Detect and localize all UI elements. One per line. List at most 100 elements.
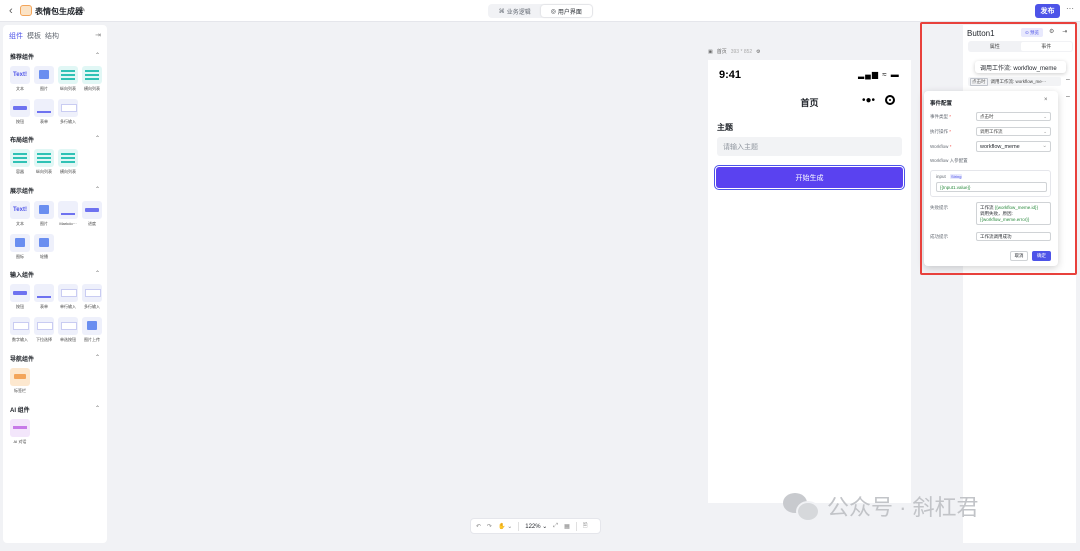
component-horizontal-list[interactable]: 横向列表: [58, 149, 78, 175]
component-radio[interactable]: 单选按钮: [58, 317, 78, 343]
collapse-panel-icon[interactable]: ⇥: [95, 31, 101, 39]
chevron-up-icon[interactable]: ⌃: [95, 270, 100, 277]
component-panel-tabs: 组件 模板 结构: [9, 31, 59, 41]
tab-user-interface[interactable]: ◎ 用户界面: [540, 5, 592, 17]
fail-message-input[interactable]: 工作流 {{workflow_meme.id}} 调用失败，原因: {{work…: [976, 202, 1051, 225]
chevron-up-icon[interactable]: ⌃: [95, 354, 100, 361]
back-icon[interactable]: ‹: [9, 5, 13, 17]
undo-icon[interactable]: ↶: [476, 523, 481, 530]
edit-icon[interactable]: ✎: [79, 5, 86, 14]
component-image[interactable]: 图片: [34, 201, 54, 227]
workflow-select[interactable]: workflow_meme ⌄: [976, 141, 1051, 152]
wechat-icon: [783, 493, 820, 522]
tabbar-icon: [10, 368, 30, 386]
tab-events[interactable]: 事件: [1020, 42, 1072, 51]
component-horizontal-list[interactable]: 横向列表: [82, 66, 102, 92]
section-ai[interactable]: AI 组件: [10, 405, 30, 414]
grid-icon[interactable]: ▦: [564, 523, 570, 530]
radio-icon: [58, 317, 78, 335]
gear-icon[interactable]: ⚙: [1049, 28, 1054, 35]
component-button[interactable]: 按钮: [10, 99, 30, 125]
component-form[interactable]: 表单: [34, 284, 54, 310]
form-icon: [34, 284, 54, 302]
event-item[interactable]: 点击时 调用工作流: workflow_me···: [968, 77, 1061, 86]
component-input[interactable]: 单行输入: [58, 284, 78, 310]
list-icon: [82, 66, 102, 84]
event-type-label: 事件类型 *: [930, 114, 952, 119]
component-carousel[interactable]: 轮播: [34, 234, 54, 260]
hand-tool-icon[interactable]: ✋ ⌄: [498, 523, 512, 530]
param-section-label: Workflow 入参配置: [930, 158, 968, 163]
action-select[interactable]: 调用工作流 ⌄: [976, 127, 1051, 136]
section-recommended[interactable]: 推荐组件: [10, 52, 34, 61]
doc-icon[interactable]: 🗎: [583, 521, 588, 531]
topic-input[interactable]: 请输入主题: [717, 137, 902, 156]
component-image-upload[interactable]: 图片上传: [82, 317, 102, 343]
textarea-icon: [58, 99, 78, 117]
component-textarea[interactable]: 多行输入: [82, 284, 102, 310]
event-config-dialog: 事件配置 × 事件类型 * 点击时 ⌄ 执行操作 * 调用工作流 ⌄ Workflo…: [924, 91, 1058, 266]
component-panel: 组件 模板 结构 ⇥ 推荐组件 ⌃ Text! 文本 图片 纵向列表 横向列表 按…: [3, 25, 107, 543]
chevron-up-icon[interactable]: ⌃: [95, 405, 100, 412]
chevron-up-icon[interactable]: ⌃: [95, 135, 100, 142]
redo-icon[interactable]: ↷: [487, 523, 492, 530]
status-icons: ▂▄▆ ≈ ▬: [858, 70, 900, 79]
param-config: input String {{Input1.value}}: [930, 170, 1051, 197]
component-select[interactable]: 下拉选择: [34, 317, 54, 343]
component-progress[interactable]: 进度: [82, 201, 102, 227]
cancel-button[interactable]: 取消: [1010, 251, 1028, 261]
component-button[interactable]: 按钮: [10, 284, 30, 310]
expand-icon[interactable]: ⇥: [1062, 28, 1067, 35]
component-form[interactable]: 表单: [34, 99, 54, 125]
preview-button[interactable]: ⊙ 预览: [1021, 28, 1043, 37]
more-menu-button[interactable]: ···: [1066, 4, 1074, 13]
confirm-button[interactable]: 确定: [1032, 251, 1051, 261]
event-type-select[interactable]: 点击时 ⌄: [976, 112, 1051, 121]
publish-button[interactable]: 发布: [1035, 4, 1060, 18]
form-icon: [34, 99, 54, 117]
workflow-label: Workflow *: [930, 144, 952, 149]
component-vertical-list[interactable]: 纵向列表: [58, 66, 78, 92]
component-text[interactable]: Text! 文本: [10, 66, 30, 92]
zoom-select[interactable]: 122% ⌄: [525, 523, 547, 530]
start-generate-button[interactable]: 开始生成: [714, 165, 905, 190]
param-expression-input[interactable]: {{Input1.value}}: [936, 182, 1047, 192]
tab-business-logic[interactable]: ⌘ 业务逻辑: [489, 5, 541, 17]
canvas-toolbar: ↶ ↷ ✋ ⌄ 122% ⌄ ⤢ ▦ 🗎: [470, 518, 601, 534]
component-text[interactable]: Text! 文本: [10, 201, 30, 227]
remove-event-icon[interactable]: –: [1066, 93, 1070, 100]
section-input[interactable]: 输入组件: [10, 270, 34, 279]
component-image[interactable]: 图片: [34, 66, 54, 92]
component-vertical-list[interactable]: 纵向列表: [34, 149, 54, 175]
section-display[interactable]: 展示组件: [10, 186, 34, 195]
component-tabbar[interactable]: 标签栏: [10, 368, 30, 394]
chevron-up-icon[interactable]: ⌃: [95, 52, 100, 59]
mode-switch: ⌘ 业务逻辑 ◎ 用户界面: [488, 4, 593, 18]
tab-structure[interactable]: 结构: [45, 31, 59, 41]
dialog-title: 事件配置: [930, 101, 953, 107]
close-icon[interactable]: ×: [1044, 97, 1048, 103]
component-markdown[interactable]: Markdo···: [58, 201, 78, 226]
component-textarea[interactable]: 多行输入: [58, 99, 78, 125]
component-container[interactable]: 容器: [10, 149, 30, 175]
ui-icon: ◎: [550, 8, 556, 15]
tab-templates[interactable]: 模板: [27, 31, 41, 41]
settings-icon[interactable]: ⚙: [756, 49, 760, 55]
component-name[interactable]: Button1: [967, 29, 995, 38]
textarea-icon: [82, 284, 102, 302]
component-icon[interactable]: 图标: [10, 234, 30, 260]
section-nav[interactable]: 导航组件: [10, 354, 34, 363]
success-message-input[interactable]: 工作流调用成功: [976, 232, 1051, 241]
panel-actions: ⚙ ⇥: [1049, 28, 1067, 35]
mini-menu-icon[interactable]: •●•: [862, 95, 875, 106]
input-icon: [58, 284, 78, 302]
tab-properties[interactable]: 属性: [969, 42, 1021, 51]
tab-components[interactable]: 组件: [9, 31, 23, 41]
mini-close-icon[interactable]: [885, 95, 895, 105]
component-ai-chat[interactable]: AI 对话: [10, 419, 30, 445]
section-layout[interactable]: 布局组件: [10, 135, 34, 144]
remove-event-icon[interactable]: –: [1066, 76, 1070, 83]
fit-screen-icon[interactable]: ⤢: [553, 523, 558, 530]
component-number-input[interactable]: 数字输入: [10, 317, 30, 343]
chevron-up-icon[interactable]: ⌃: [95, 186, 100, 193]
